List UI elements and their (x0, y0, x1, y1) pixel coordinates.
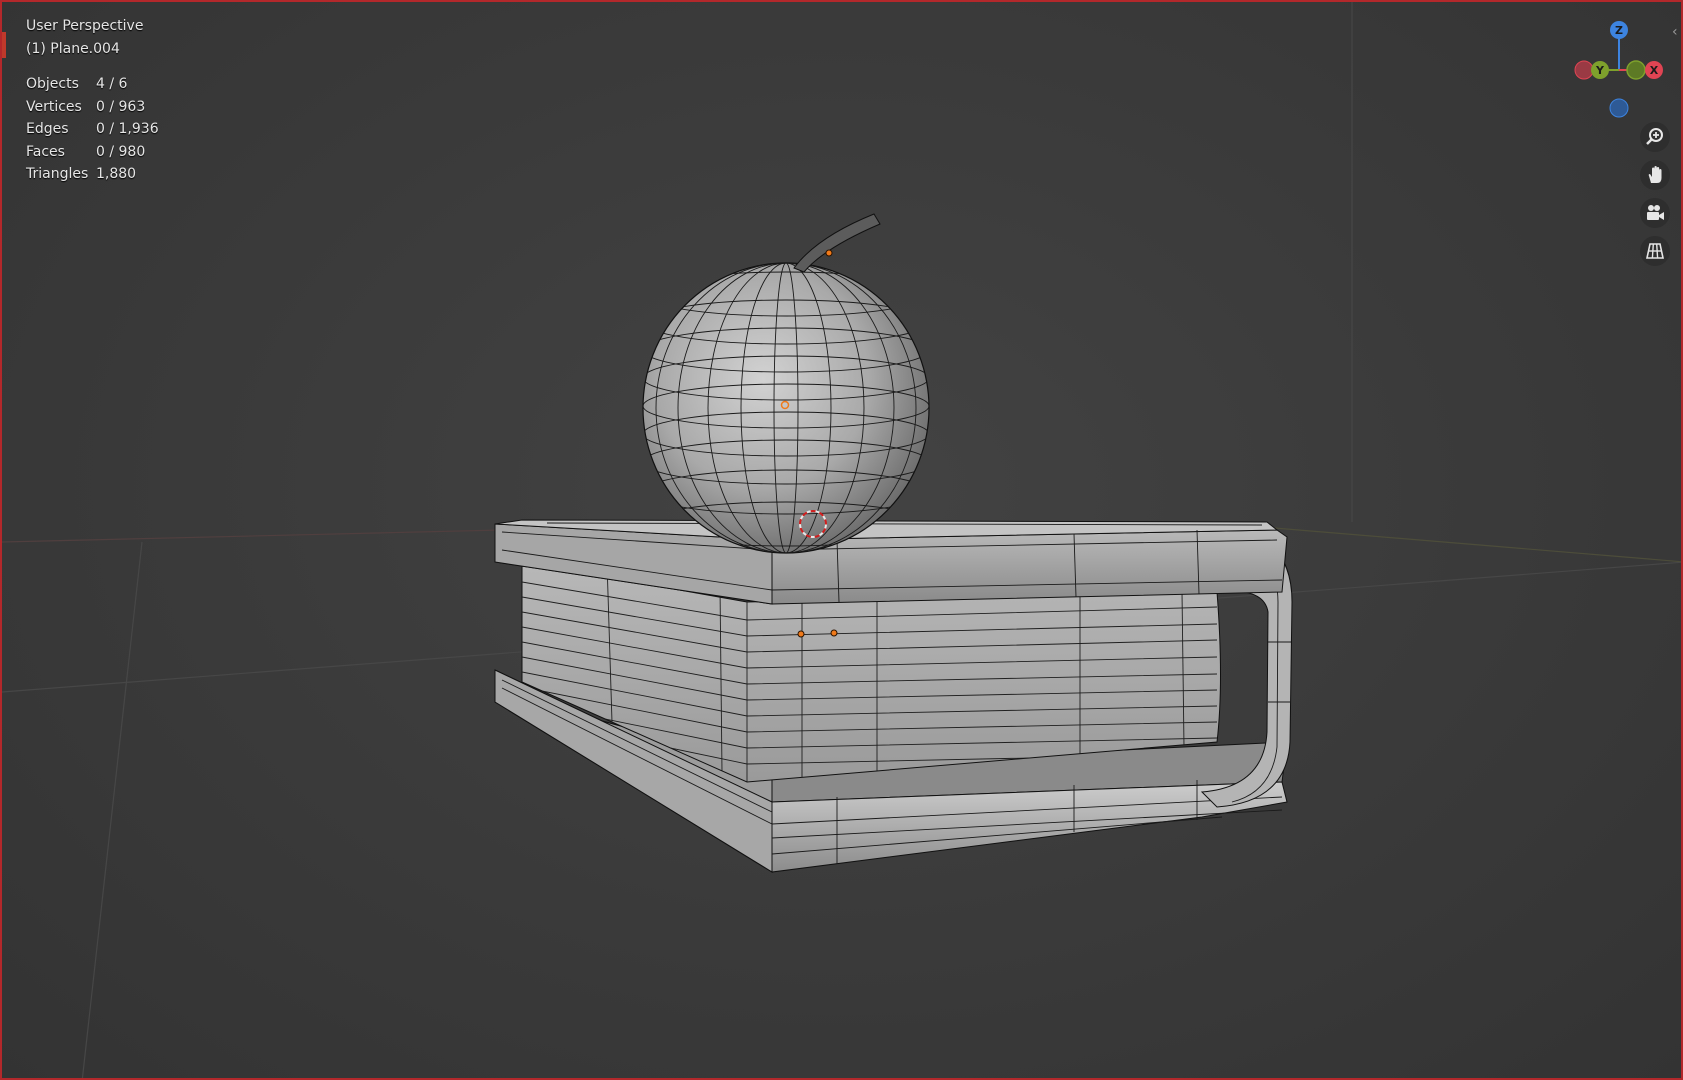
gizmo-x-label: X (1650, 64, 1659, 77)
stat-row-objects: Objects 4 / 6 (26, 73, 159, 96)
view-name: User Perspective (26, 18, 144, 34)
stat-label: Vertices (26, 98, 82, 115)
stat-value: 4 / 6 (96, 76, 128, 92)
gizmo-y-axis[interactable]: Y (1591, 61, 1609, 79)
stat-value: 1,880 (96, 166, 137, 182)
stat-row-edges: Edges 0 / 1,936 (26, 118, 159, 141)
grid-icon (1646, 243, 1664, 259)
zoom-button[interactable] (1640, 122, 1670, 152)
stat-label: Objects (26, 76, 79, 92)
stat-value: 0 / 980 (96, 143, 146, 160)
3d-viewport[interactable]: User Perspective (1) Plane.004 Objects 4… (0, 0, 1683, 1080)
scene-render[interactable] (2, 2, 1683, 1080)
selection-marker (2, 32, 6, 58)
gizmo-neg-y[interactable] (1626, 60, 1646, 80)
stat-row-faces: Faces 0 / 980 (26, 141, 159, 164)
stat-row-vertices: Vertices 0 / 963 (26, 96, 159, 119)
navigation-gizmo[interactable]: Y X Z (1567, 12, 1677, 122)
stat-label: Faces (26, 143, 65, 160)
gizmo-x-axis[interactable]: X (1645, 61, 1663, 79)
stat-row-triangles: Triangles 1,880 (26, 163, 159, 186)
stat-label: Triangles (26, 166, 89, 182)
gizmo-y-label: Y (1595, 64, 1605, 77)
view-info: User Perspective (1) Plane.004 (26, 15, 143, 60)
stat-value: 0 / 1,936 (96, 121, 159, 137)
gizmo-neg-z[interactable] (1609, 98, 1629, 118)
statistics-overlay: Objects 4 / 6 Vertices 0 / 963 Edges 0 /… (26, 73, 159, 186)
camera-icon (1647, 205, 1664, 220)
perspective-toggle-button[interactable] (1640, 236, 1670, 266)
stat-label: Edges (26, 121, 69, 137)
zoom-icon (1646, 128, 1663, 145)
active-object-name: (1) Plane.004 (26, 40, 120, 57)
gizmo-z-axis[interactable]: Z (1610, 21, 1628, 39)
collapse-sidebar-icon[interactable]: ‹ (1672, 24, 1678, 40)
apple-mesh (642, 213, 930, 554)
gizmo-z-label: Z (1615, 24, 1623, 37)
gizmo-neg-x[interactable] (1574, 60, 1594, 80)
hand-icon (1648, 166, 1662, 183)
camera-view-button[interactable] (1640, 198, 1670, 228)
stat-value: 0 / 963 (96, 98, 146, 115)
pan-button[interactable] (1640, 160, 1670, 190)
